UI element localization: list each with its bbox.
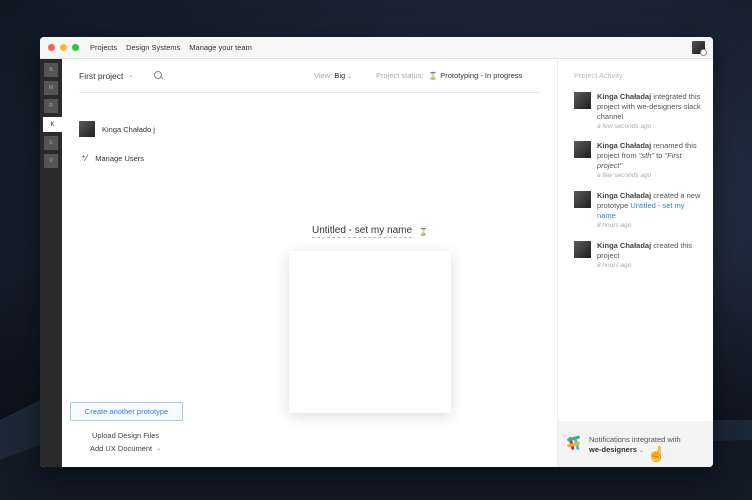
activity-user: Kinga Chaładaj [597, 92, 652, 101]
activity-user: Kinga Chaładaj [597, 191, 652, 200]
window-controls [48, 44, 79, 51]
project-name-dropdown[interactable]: First project ⌄ [79, 71, 133, 81]
nav-design-systems[interactable]: Design Systems [126, 43, 180, 52]
project-switch-k[interactable]: K [43, 117, 62, 132]
status-label: Project status: [376, 71, 424, 80]
manage-users-label: Manage Users [95, 154, 145, 163]
project-switch-r[interactable]: R [44, 99, 58, 113]
nav-projects[interactable]: Projects [90, 43, 117, 52]
slack-icon [566, 435, 582, 452]
top-navigation: Projects Design Systems Manage your team [90, 43, 252, 52]
add-user-icon: ⁺⁄ [81, 153, 88, 163]
add-ux-document-dropdown[interactable]: Add UX Document ⌄ [90, 444, 161, 453]
minimize-window-button[interactable] [60, 44, 67, 51]
activity-time: 8 hours ago [597, 262, 632, 269]
avatar [574, 241, 591, 258]
project-status[interactable]: Project status: ⌛ Prototyping - In progr… [376, 71, 522, 80]
hourglass-icon: ⌛ [419, 228, 428, 236]
activity-time: a few seconds ago [597, 172, 652, 179]
activity-text-to: to [656, 151, 663, 160]
manage-users-link[interactable]: ⁺⁄ Manage Users [81, 153, 144, 164]
project-switcher-sidebar: B M R K E V [40, 59, 62, 467]
chevron-down-icon: ⌄ [156, 446, 162, 452]
hand-cursor-icon: ☝ [647, 446, 666, 463]
channel-dropdown[interactable]: we-designers ⌄ [589, 445, 681, 456]
activity-old-name: "sth" [638, 151, 655, 160]
app-window: Projects Design Systems Manage your team… [40, 37, 713, 467]
prototype-title[interactable]: Untitled - set my name ⌛ [312, 225, 428, 238]
avatar [574, 191, 591, 208]
channel-name: we-designers [589, 445, 637, 454]
project-switch-m[interactable]: M [44, 81, 58, 95]
chevron-down-icon: ⌄ [639, 448, 645, 454]
activity-user: Kinga Chaładaj [597, 141, 652, 150]
upload-design-files-link[interactable]: Upload Design Files [92, 431, 159, 440]
prototype-thumbnail[interactable] [289, 251, 451, 413]
status-value: Prototyping - In progress [440, 71, 523, 80]
notification-text: Notifications integrated with [589, 435, 681, 444]
avatar [574, 92, 591, 109]
project-switch-b[interactable]: B [44, 63, 58, 77]
project-name: First project [79, 70, 124, 81]
view-label: View: [314, 71, 333, 80]
view-selector[interactable]: View: Big ⌄ [314, 71, 352, 80]
activity-item: Kinga Chaładaj created a new prototype U… [574, 191, 704, 229]
close-window-button[interactable] [48, 44, 55, 51]
prototype-name: Untitled - set my name [312, 225, 413, 238]
maximize-window-button[interactable] [72, 44, 79, 51]
activity-time: 8 hours ago [597, 222, 632, 229]
main-content: First project ⌄ View: Big ⌄ Project stat… [62, 59, 557, 467]
avatar [79, 121, 95, 137]
slack-notification: Notifications integrated with we-designe… [558, 421, 713, 467]
nav-manage-team[interactable]: Manage your team [189, 43, 252, 52]
owner-name: Kinga Chałado j [102, 124, 155, 134]
project-switch-v[interactable]: V [44, 154, 58, 168]
create-prototype-button[interactable]: Create another prototype [70, 402, 183, 421]
activity-item: Kinga Chaładaj integrated this project w… [574, 92, 704, 130]
chevron-down-icon: ⌄ [347, 74, 353, 80]
search-icon[interactable] [154, 70, 164, 81]
title-bar: Projects Design Systems Manage your team [40, 37, 713, 59]
activity-panel: Project Activity Kinga Chaładaj integrat… [557, 59, 713, 467]
activity-heading: Project Activity [574, 71, 623, 80]
account-avatar[interactable] [692, 41, 707, 56]
activity-time: a few seconds ago [597, 123, 652, 130]
activity-item: Kinga Chaładaj renamed this project from… [574, 141, 704, 179]
project-owner[interactable]: Kinga Chałado j [79, 121, 155, 137]
activity-item: Kinga Chaładaj created this project 8 ho… [574, 241, 704, 269]
hourglass-icon: ⌛ [428, 72, 438, 80]
chevron-down-icon: ⌄ [128, 73, 134, 79]
view-value: Big [334, 71, 346, 80]
add-ux-document-label: Add UX Document [90, 444, 153, 453]
avatar [574, 141, 591, 158]
activity-user: Kinga Chaładaj [597, 241, 652, 250]
project-switch-e[interactable]: E [44, 136, 58, 150]
